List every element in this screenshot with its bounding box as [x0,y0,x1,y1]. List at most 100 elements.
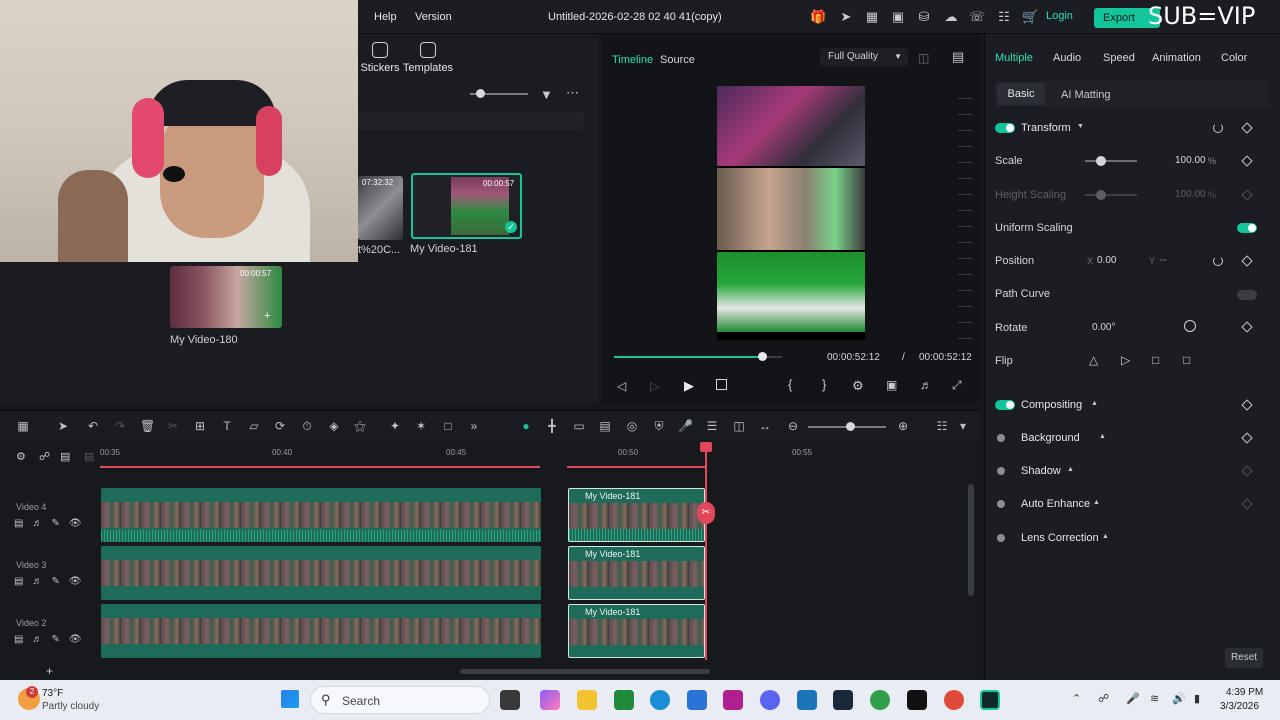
tab-color[interactable]: Color [1221,52,1247,64]
menu-help[interactable]: Help [374,11,397,23]
chrome-alt-icon[interactable] [944,690,964,710]
app-icon-1[interactable] [723,690,743,710]
stop-icon[interactable] [716,379,727,390]
mic-icon[interactable]: 🎤 [678,419,693,433]
auto-enhance-title[interactable]: Auto Enhance [1021,498,1090,510]
zoom-in-icon[interactable]: ⊕ [896,419,910,433]
compare-view-icon[interactable]: ◫ [732,419,746,433]
shadow-chevron-icon[interactable]: ▲ [1067,466,1074,473]
playhead-handle[interactable] [700,442,712,452]
scale-keyframe-icon[interactable] [1241,155,1253,167]
wifi-icon[interactable]: ≋ [1150,692,1159,705]
track-controls-video-4[interactable]: ▤♬✎👁 [14,518,91,529]
track-layout-icon[interactable]: ☷ [935,419,949,433]
transform-reset-icon[interactable] [1213,123,1223,133]
start-icon[interactable] [281,690,299,708]
more-icon[interactable]: ⋯ [566,85,579,101]
compositing-title[interactable]: Compositing [1021,399,1082,411]
background-keyframe-icon[interactable] [1241,432,1253,444]
camera-icon[interactable]: ▣ [886,378,897,392]
scissors-icon[interactable]: ✂ [697,502,715,524]
transform-title[interactable]: Transform [1021,122,1071,134]
media-thumb-1[interactable]: 07:32:32 [358,176,403,240]
speaker-icon[interactable]: 🔊 [1172,692,1186,705]
link-tracks-icon[interactable]: ☍ [39,450,50,463]
uniform-scaling-toggle[interactable] [1237,223,1257,233]
more-tools-icon[interactable]: » [467,419,481,433]
background-toggle[interactable] [997,434,1005,442]
flip-horizontal-icon[interactable]: △ [1089,353,1098,367]
monitor-icon[interactable]: ▣ [890,9,906,25]
link-icon[interactable]: ▭ [572,419,586,433]
mark-in-icon[interactable]: { [788,377,792,392]
clip-long-video-3[interactable] [101,546,541,600]
mixer-icon[interactable]: ☰ [705,419,719,433]
tab-speed[interactable]: Speed [1103,52,1135,64]
auto-enhance-chevron-icon[interactable]: ▲ [1093,499,1100,506]
ai-effects-icon[interactable]: ✶ [414,419,428,433]
compare-icon[interactable]: ◫ [918,51,929,65]
steam-icon[interactable] [833,690,853,710]
obs-icon[interactable] [907,690,927,710]
progress-track[interactable] [614,356,782,358]
cart-icon[interactable]: 🛒 [1022,9,1038,25]
split-icon[interactable]: ✂ [166,419,180,433]
filter-icon[interactable]: ▼ [540,87,553,102]
reset-button[interactable]: Reset [1225,648,1263,668]
tab-source[interactable]: Source [660,54,695,66]
snap-icon[interactable]: ╋ [545,419,559,433]
rotate-dial-icon[interactable] [1184,320,1196,332]
group-icon[interactable]: ▱ [247,419,261,433]
scale-slider-handle[interactable] [1096,156,1106,166]
tab-animation[interactable]: Animation [1152,52,1201,64]
select-tool-icon[interactable]: ➤ [56,419,70,433]
clip-video-2[interactable]: My Video-181 [568,604,705,658]
quality-select[interactable]: Full Quality ▼ [820,48,908,66]
stabilize-icon[interactable]: ⚝ [353,419,367,433]
crop-icon[interactable]: ⊞ [193,419,207,433]
app-icon-2[interactable] [797,690,817,710]
compositing-toggle[interactable] [995,400,1015,410]
mark-out-icon[interactable]: } [822,377,826,392]
layout-grid-icon[interactable]: ▦ [16,419,30,433]
track-manager-icon[interactable]: ▤ [84,450,94,463]
edge-icon[interactable] [650,690,670,710]
scale-value[interactable]: 100.00 [1175,155,1206,166]
gift-icon[interactable]: 🎁 [810,9,826,25]
smart-cutout-icon[interactable]: □ [441,419,455,433]
lens-correction-toggle[interactable] [997,534,1005,542]
background-chevron-icon[interactable]: ▲ [1099,433,1106,440]
thumb-size-handle[interactable] [476,89,485,98]
settings-icon[interactable]: ⚙ [852,378,864,394]
speed-icon[interactable]: ⟳ [273,419,287,433]
clock-date[interactable]: 3/3/2026 [1220,701,1259,712]
rotate-value[interactable]: 0.00° [1092,322,1115,333]
headset-icon[interactable]: ☏ [969,9,985,25]
tab-timeline[interactable]: Timeline [612,54,653,66]
track-controls-video-2[interactable]: ▤♬✎👁 [14,634,91,645]
flip-vertical-icon[interactable]: ▷ [1121,353,1130,367]
transform-keyframe-icon[interactable] [1241,122,1253,134]
subtab-ai-matting[interactable]: AI Matting [1061,89,1111,101]
mic-tray-icon[interactable]: 🎤 [1126,692,1140,705]
lens-correction-title[interactable]: Lens Correction [1021,532,1099,544]
horizontal-scrollbar[interactable] [460,669,710,674]
security-icon[interactable]: ☍ [1098,692,1109,705]
position-reset-icon[interactable] [1213,256,1223,266]
background-title[interactable]: Background [1021,432,1080,444]
vertical-scrollbar[interactable] [968,484,974,596]
add-track-icon[interactable]: ▤ [60,450,70,463]
tray-chevron-icon[interactable]: ⌃ [1072,692,1081,705]
keyframe-icon[interactable]: ◈ [327,419,341,433]
tab-templates[interactable]: Templates [398,42,458,74]
discord-icon[interactable] [760,690,780,710]
search-input[interactable]: ⚲ Search [310,686,490,714]
save-icon[interactable]: ⛁ [916,9,932,25]
height-slider-handle[interactable] [1096,190,1106,200]
play-icon[interactable]: ▶ [684,378,694,394]
snapshot-icon[interactable]: ▤ [952,49,964,65]
playhead[interactable] [705,446,707,660]
scale-slider[interactable] [1085,160,1137,162]
file-explorer-icon[interactable] [577,690,597,710]
login-button[interactable]: Login [1046,10,1073,22]
